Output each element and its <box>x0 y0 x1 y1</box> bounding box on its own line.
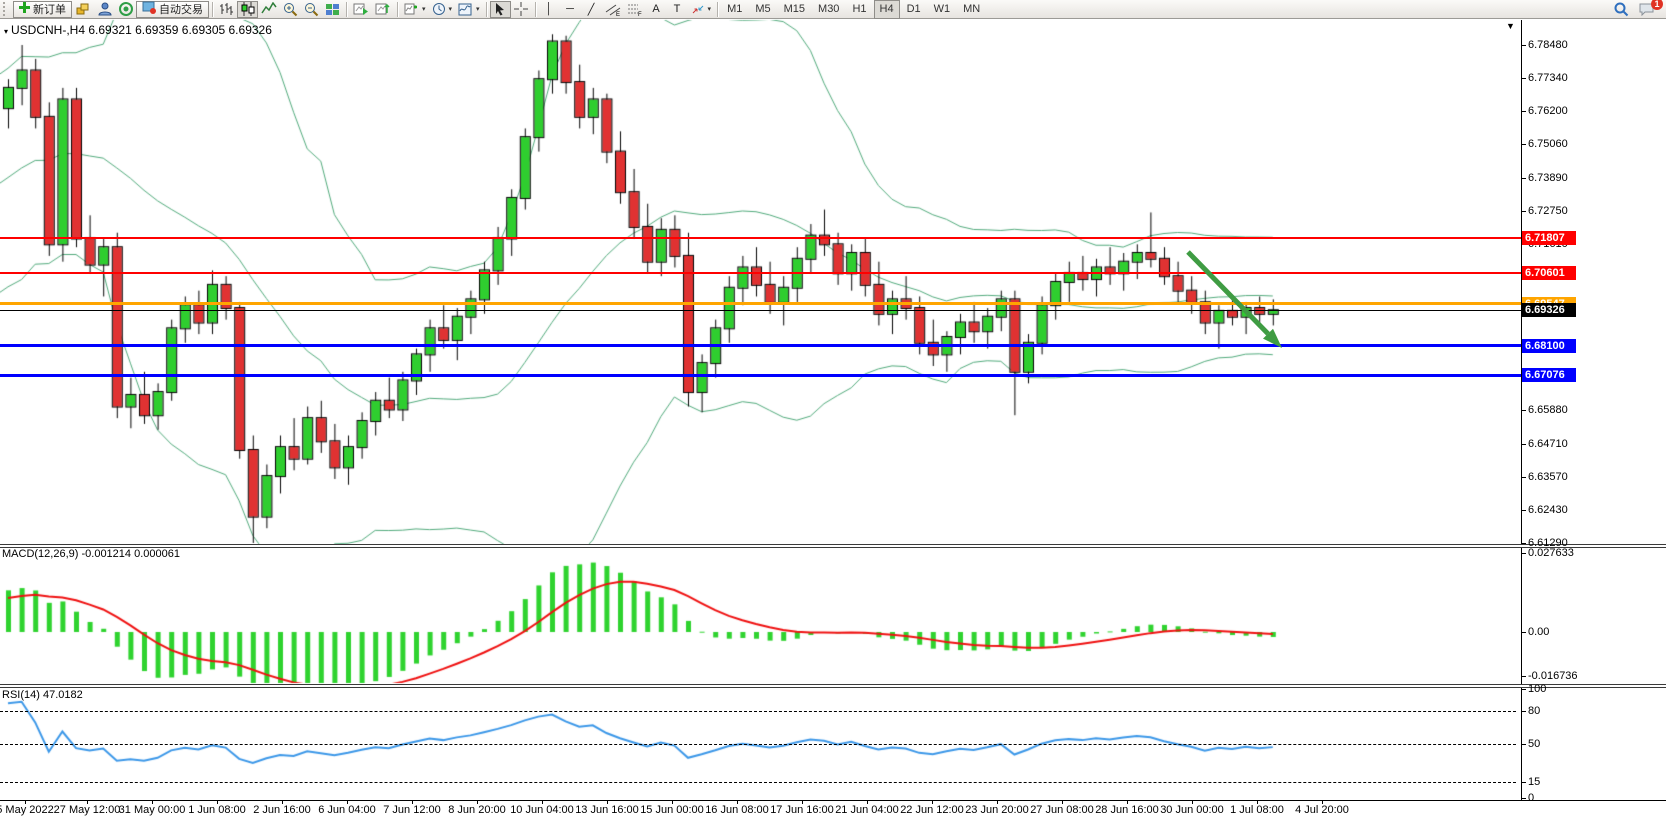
text-icon[interactable]: A <box>646 1 667 18</box>
chevron-down-icon: ▾ <box>476 5 480 13</box>
line-chart-icon[interactable] <box>258 1 280 18</box>
timeframe-button-D1[interactable]: D1 <box>901 0 927 19</box>
separator <box>397 2 398 17</box>
toolbar-drag-handle[interactable] <box>3 2 10 16</box>
timeframe-button-M5[interactable]: M5 <box>749 0 776 19</box>
separator <box>346 2 347 17</box>
svg-text:E: E <box>616 12 620 16</box>
chart-ohlc-values: 6.69321 6.69359 6.69305 6.69326 <box>88 23 272 37</box>
candlestick-chart-icon[interactable] <box>237 1 258 18</box>
toolbar-right: 1 <box>1611 1 1664 18</box>
timeframe-group: M1M5M15M30H1H4D1W1MN <box>721 0 986 19</box>
separator <box>535 2 536 17</box>
macd-indicator-label: MACD(12,26,9) -0.001214 0.000061 <box>2 548 180 560</box>
rsi-indicator-label: RSI(14) 47.0182 <box>2 689 83 701</box>
zoom-in-icon[interactable] <box>280 1 301 18</box>
fibonacci-icon[interactable]: F <box>624 1 646 18</box>
toolbar: 新订单 自动交易 ▾ <box>0 0 1666 19</box>
crosshair-icon[interactable] <box>511 1 532 18</box>
periods-menu-button[interactable]: ▾ <box>429 1 456 18</box>
separator <box>212 2 213 17</box>
autotrading-button[interactable]: 自动交易 <box>136 1 209 18</box>
chart-symbol-period: USDCNH-,H4 <box>11 23 85 37</box>
zoom-out-icon[interactable] <box>301 1 322 18</box>
bar-chart-icon[interactable] <box>216 1 237 18</box>
notifications-icon[interactable]: 1 <box>1636 1 1658 18</box>
timeframe-button-M30[interactable]: M30 <box>812 0 845 19</box>
separator <box>486 2 487 17</box>
cursor-icon[interactable] <box>490 1 511 18</box>
chevron-down-icon: ▾ <box>708 5 712 13</box>
timeframe-button-H1[interactable]: H1 <box>846 0 872 19</box>
timeframe-button-W1[interactable]: W1 <box>928 0 957 19</box>
indicators-menu-button[interactable]: ▾ <box>401 1 429 18</box>
timeframe-button-M15[interactable]: M15 <box>778 0 811 19</box>
person-icon[interactable] <box>94 1 115 18</box>
globe-icon[interactable] <box>115 1 136 18</box>
autotrading-icon <box>142 1 156 17</box>
chevron-down-icon: ▾ <box>449 5 453 13</box>
timeframe-button-MN[interactable]: MN <box>957 0 986 19</box>
scale-triangle-icon[interactable]: ▼ <box>1506 21 1515 31</box>
tile-windows-icon[interactable] <box>322 1 343 18</box>
trendline-icon[interactable]: ╱ <box>581 1 602 18</box>
timeframe-button-M1[interactable]: M1 <box>721 0 748 19</box>
autotrading-label: 自动交易 <box>159 1 203 17</box>
cubes-icon[interactable] <box>72 1 94 18</box>
horizontal-line-icon[interactable]: ─ <box>560 1 581 18</box>
notification-badge: 1 <box>1651 0 1663 10</box>
equidistant-channel-icon[interactable]: E <box>602 1 624 18</box>
symbol-dropdown-icon[interactable]: ▾ <box>4 27 8 36</box>
separator <box>717 2 718 17</box>
search-icon[interactable] <box>1611 1 1632 18</box>
chart-title: ▾USDCNH-,H4 6.69321 6.69359 6.69305 6.69… <box>4 23 272 37</box>
new-order-button[interactable]: 新订单 <box>13 1 72 18</box>
svg-text:F: F <box>638 12 642 16</box>
plus-icon <box>19 2 30 16</box>
new-order-label: 新订单 <box>33 1 66 17</box>
vertical-line-icon[interactable]: │ <box>539 1 560 18</box>
trend-arrow-annotation[interactable] <box>0 0 1666 820</box>
chevron-down-icon: ▾ <box>422 5 426 13</box>
auto-scroll-icon[interactable] <box>350 1 372 18</box>
chart-shift-icon[interactable] <box>372 1 394 18</box>
timeframe-button-H4[interactable]: H4 <box>874 0 900 19</box>
text-label-icon[interactable]: T <box>667 1 688 18</box>
arrows-icon[interactable]: ▾ <box>688 1 715 18</box>
templates-menu-button[interactable]: ▾ <box>455 1 483 18</box>
